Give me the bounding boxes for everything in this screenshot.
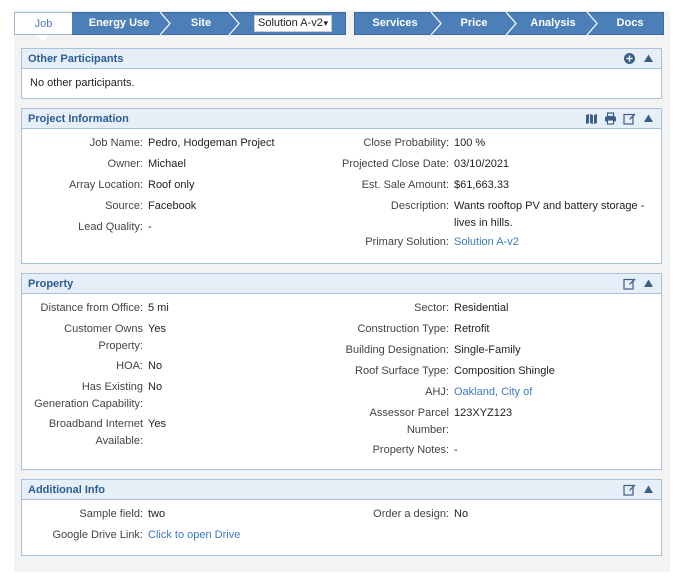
solution-select-value: Solution A-v2 [258, 17, 323, 29]
add-circle-icon[interactable] [623, 52, 636, 65]
primary-solution-link[interactable]: Solution A-v2 [454, 234, 519, 251]
workflow-nav: Job Energy Use Site Solution A-v2 ▾ Serv… [14, 10, 670, 41]
project-information-panel: Project Information Job Name: Pedro, Hod… [21, 108, 662, 264]
panel-header: Property [22, 274, 661, 294]
edit-icon[interactable] [623, 112, 636, 125]
no-participants-message: No other participants. [30, 77, 135, 89]
chevron-separator-icon [228, 12, 240, 35]
tab-price[interactable]: Price [442, 12, 506, 35]
tab-analysis[interactable]: Analysis [518, 12, 588, 35]
chevron-separator-icon [159, 12, 171, 35]
chevron-down-icon: ▾ [323, 18, 328, 28]
property-panel: Property Distance from Office: 5 mi Cust… [21, 273, 662, 470]
chevron-separator-icon [505, 12, 517, 35]
solution-select[interactable]: Solution A-v2 ▾ [254, 15, 332, 32]
chevron-separator-icon [586, 12, 598, 35]
print-icon[interactable] [604, 112, 617, 125]
tab-energy-use[interactable]: Energy Use [76, 12, 162, 35]
edit-icon[interactable] [623, 277, 636, 290]
panel-header: Other Participants [22, 49, 661, 69]
collapse-up-icon[interactable] [642, 277, 655, 290]
chevron-separator-icon [430, 12, 442, 35]
panel-header: Additional Info [22, 480, 661, 500]
ahj-link[interactable]: Oakland, City of [454, 384, 532, 401]
panel-title: Project Information [28, 113, 129, 125]
active-tab-pointer [37, 35, 49, 41]
collapse-up-icon[interactable] [642, 112, 655, 125]
collapse-up-icon[interactable] [642, 483, 655, 496]
additional-info-panel: Additional Info Sample field: two Google… [21, 479, 662, 556]
other-participants-panel: Other Participants No other participants… [21, 48, 662, 99]
panel-title: Additional Info [28, 484, 105, 496]
edit-icon[interactable] [623, 483, 636, 496]
tab-services[interactable]: Services [359, 12, 431, 35]
google-drive-link[interactable]: Click to open Drive [148, 527, 240, 544]
collapse-up-icon[interactable] [642, 52, 655, 65]
tab-docs[interactable]: Docs [598, 12, 662, 35]
panel-title: Property [28, 278, 74, 290]
tab-site[interactable]: Site [172, 12, 230, 35]
map-icon[interactable] [585, 112, 598, 125]
job-page: Job Energy Use Site Solution A-v2 ▾ Serv… [14, 10, 670, 572]
tab-job[interactable]: Job [14, 12, 72, 35]
panel-header: Project Information [22, 109, 661, 129]
panel-title: Other Participants [28, 53, 124, 65]
